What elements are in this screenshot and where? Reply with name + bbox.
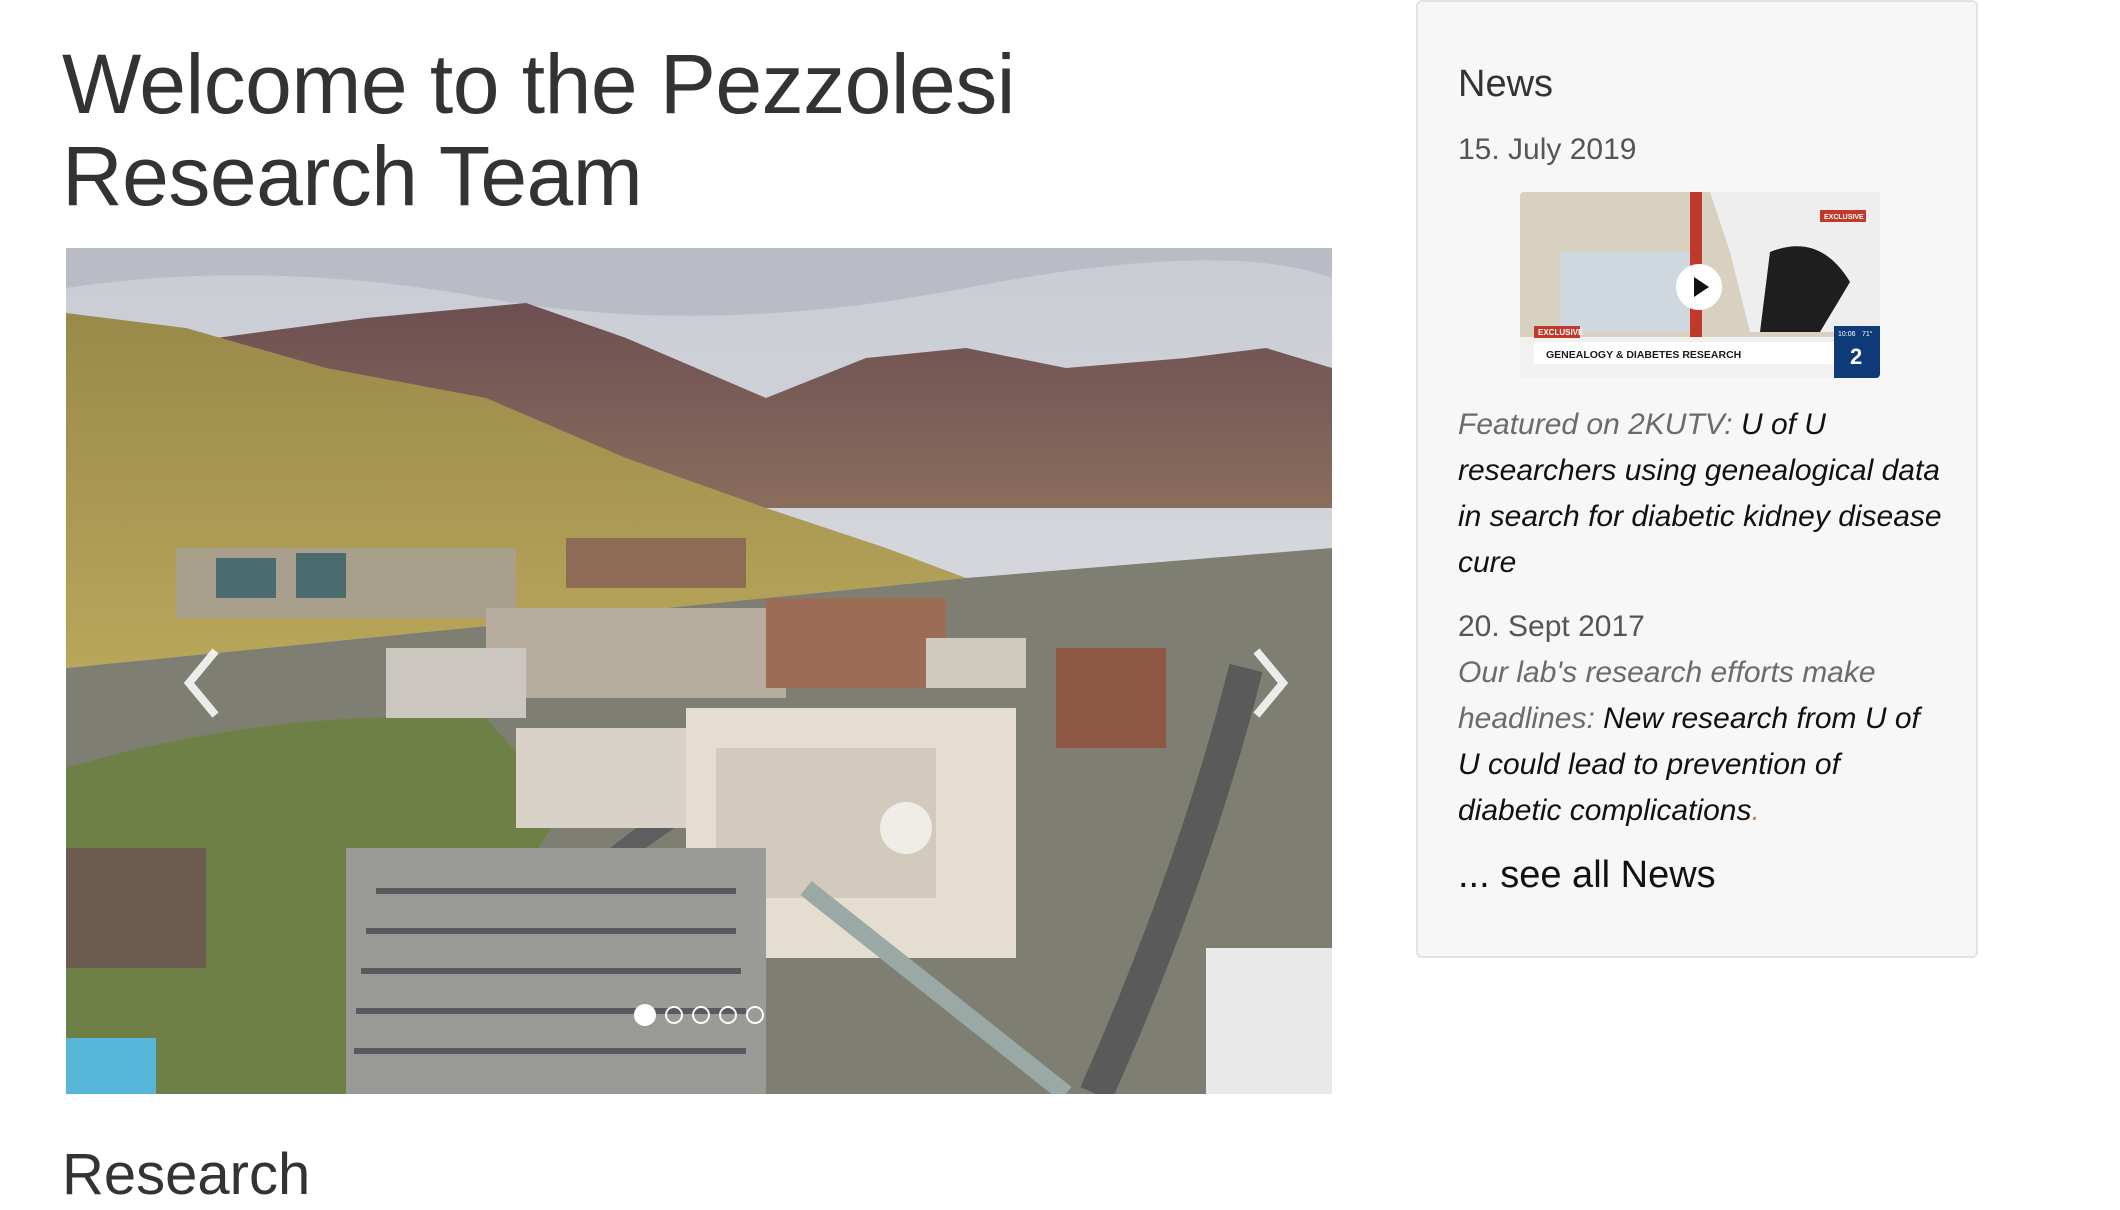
news-panel: News 15. July 2019 EXCLUSIVE GENEALOGY &… (1416, 0, 1978, 958)
image-carousel[interactable] (66, 248, 1332, 1094)
news-item-text: Featured on 2KUTV: U of U researchers us… (1458, 402, 1948, 586)
carousel-indicator[interactable] (634, 1004, 656, 1026)
carousel-prev-button[interactable] (156, 628, 246, 738)
section-heading-research: Research (62, 1142, 311, 1207)
thumb-temp: 71° (1862, 330, 1873, 338)
chevron-left-icon (183, 648, 219, 718)
thumb-time: 10:06 (1838, 331, 1856, 338)
carousel-indicator[interactable] (719, 1006, 737, 1024)
page-title: Welcome to the Pezzolesi Research Team (62, 37, 1015, 223)
thumb-channel-logo: 2 (1850, 344, 1862, 369)
carousel-indicator[interactable] (746, 1006, 764, 1024)
news-date: 20. Sept 2017 (1458, 610, 1645, 643)
carousel-next-button[interactable] (1226, 628, 1316, 738)
carousel-slide-image (66, 248, 1332, 1094)
news-date: 15. July 2019 (1458, 133, 1637, 166)
news-title: News (1458, 63, 1554, 105)
thumb-exclusive-badge: EXCLUSIVE (1538, 328, 1584, 337)
news-item-text: Our lab's research efforts make headline… (1458, 650, 1948, 834)
news-lead: Featured on 2KUTV: (1458, 408, 1733, 441)
carousel-indicators (66, 1004, 1332, 1026)
carousel-indicator[interactable] (692, 1006, 710, 1024)
carousel-indicator[interactable] (665, 1006, 683, 1024)
play-icon (1676, 264, 1722, 310)
thumb-caption: GENEALOGY & DIABETES RESEARCH (1546, 349, 1741, 361)
news-end-punctuation: . (1751, 794, 1760, 827)
see-all-news-link[interactable]: ... see all News (1458, 852, 1716, 898)
news-video-thumbnail[interactable]: EXCLUSIVE GENEALOGY & DIABETES RESEARCH … (1520, 192, 1880, 378)
chevron-right-icon (1253, 648, 1289, 718)
thumb-small-badge: EXCLUSIVE (1824, 214, 1864, 221)
